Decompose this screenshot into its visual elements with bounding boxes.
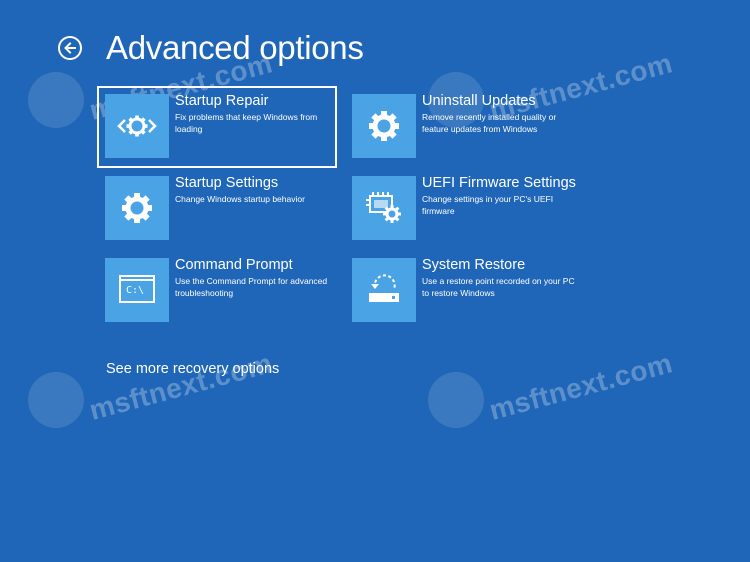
tile-title: UEFI Firmware Settings — [422, 175, 576, 191]
startup-settings-tile[interactable]: Startup Settings Change Windows startup … — [99, 170, 335, 248]
watermark-globe-icon — [28, 372, 84, 428]
gear-icon — [369, 111, 399, 141]
arrow-left-circle-icon — [64, 42, 76, 54]
page-title: Advanced options — [106, 29, 364, 66]
command-prompt-tile[interactable]: C:\ Command Prompt Use the Command Promp… — [99, 252, 335, 330]
restore-icon — [369, 274, 399, 302]
tile-description: Change Windows startup behavior — [175, 194, 305, 204]
advanced-options-screen: msftnext.com msftnext.com msftnext.com m… — [0, 0, 750, 562]
startup-settings-icon-box — [105, 176, 169, 240]
tile-description: Change settings in your PC's UEFI firmwa… — [422, 194, 554, 216]
back-button[interactable] — [58, 36, 82, 60]
system-restore-icon-box — [352, 258, 416, 322]
uefi-firmware-icon-box — [352, 176, 416, 240]
cmd-glyph: C:\ — [126, 285, 145, 296]
startup-repair-tile[interactable]: Startup Repair Fix problems that keep Wi… — [97, 86, 337, 168]
see-more-recovery-options-link[interactable]: See more recovery options — [106, 360, 279, 378]
tile-description: Fix problems that keep Windows from load… — [175, 112, 318, 134]
uninstall-updates-icon-box — [352, 94, 416, 158]
uninstall-updates-tile[interactable]: Uninstall Updates Remove recently instal… — [346, 88, 582, 166]
tile-title: Uninstall Updates — [422, 93, 536, 109]
watermark-globe-icon — [28, 72, 84, 128]
tile-title: System Restore — [422, 257, 526, 273]
tile-description: Remove recently installed quality or fea… — [422, 112, 557, 134]
tile-description: Use a restore point recorded on your PC … — [422, 276, 575, 298]
watermark-globe-icon — [428, 372, 484, 428]
code-gear-icon — [117, 115, 157, 137]
uefi-firmware-settings-tile[interactable]: UEFI Firmware Settings Change settings i… — [346, 170, 582, 248]
tile-title: Command Prompt — [175, 257, 293, 273]
startup-repair-icon-box — [105, 94, 169, 158]
tile-title: Startup Settings — [175, 175, 279, 191]
tile-description: Use the Command Prompt for advanced trou… — [175, 276, 328, 298]
system-restore-tile[interactable]: System Restore Use a restore point recor… — [346, 252, 582, 330]
tile-title: Startup Repair — [175, 93, 269, 109]
watermark-text: msftnext.com — [486, 347, 676, 426]
chip-gear-icon — [366, 192, 401, 223]
gear-icon — [122, 193, 152, 223]
command-prompt-icon-box: C:\ — [105, 258, 169, 322]
